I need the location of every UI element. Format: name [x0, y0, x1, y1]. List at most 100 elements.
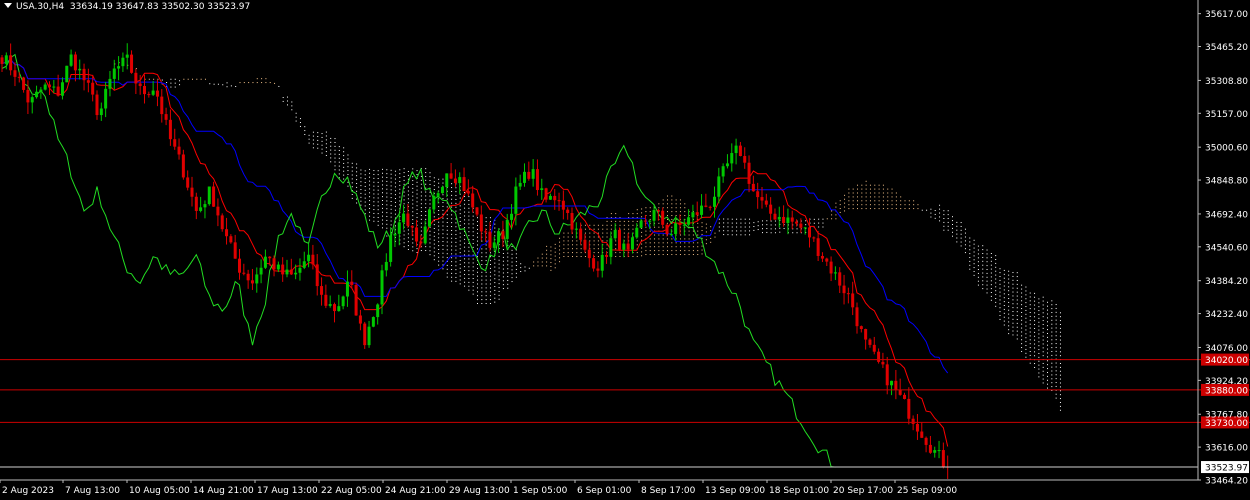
cloud-dot — [593, 252, 595, 254]
price-tick-label: 33616.00 — [1205, 444, 1248, 454]
cloud-dot — [736, 218, 738, 220]
cloud-dot — [373, 193, 375, 195]
cloud-dot — [356, 198, 358, 200]
cloud-dot — [1038, 364, 1040, 366]
candle-body — [747, 162, 751, 184]
price-tick-label: 35617.00 — [1205, 10, 1248, 20]
cloud-dot — [999, 272, 1001, 274]
cloud-dot — [1034, 355, 1036, 357]
cloud-dot — [554, 255, 556, 257]
cloud-dot — [502, 276, 504, 278]
cloud-dot — [688, 246, 690, 248]
cloud-dot — [321, 144, 323, 146]
cloud-dot — [433, 185, 435, 187]
cloud-dot — [403, 199, 405, 201]
cloud-dot — [861, 204, 863, 206]
cloud-dot — [710, 241, 712, 243]
candle-body — [345, 281, 349, 297]
time-tick-label: 6 Sep 01:00 — [577, 486, 632, 496]
cloud-dot — [489, 302, 491, 304]
candle-body — [527, 171, 531, 179]
cloud-dot — [1038, 360, 1040, 362]
cloud-dot — [546, 245, 548, 247]
cloud-dot — [399, 184, 401, 186]
cloud-dot — [943, 225, 945, 227]
price-tick-label: 33767.80 — [1205, 411, 1248, 421]
cloud-dot — [416, 213, 418, 215]
cloud-dot — [1038, 376, 1040, 378]
cloud-dot — [377, 174, 379, 176]
candle-body — [333, 304, 336, 312]
cloud-dot — [956, 241, 958, 243]
cloud-dot — [390, 181, 392, 183]
candle-body — [212, 186, 216, 207]
cloud-dot — [455, 187, 457, 189]
cloud-dot — [494, 231, 496, 233]
cloud-dot — [351, 170, 353, 172]
cloud-dot — [161, 79, 163, 81]
cloud-dot — [667, 242, 668, 244]
cloud-dot — [619, 220, 621, 222]
horizontal-levels: 34020.0033880.0033730.0033523.97 — [0, 353, 1250, 474]
candle-body — [531, 169, 535, 179]
cloud-dot — [464, 266, 466, 268]
cloud-dot — [468, 203, 470, 205]
cloud-dot — [1047, 356, 1048, 358]
cloud-dot — [459, 213, 461, 215]
cloud-dot — [425, 214, 427, 216]
cloud-dot — [459, 267, 461, 269]
price-tick-label: 33924.20 — [1205, 377, 1248, 387]
cloud-dot — [485, 287, 487, 289]
cloud-dot — [684, 203, 686, 205]
cloud-dot — [1055, 354, 1057, 356]
cloud-dot — [1047, 352, 1048, 354]
cloud-dot — [1008, 274, 1010, 276]
cloud-dot — [749, 226, 751, 228]
cloud-dot — [360, 196, 362, 198]
cloud-dot — [731, 234, 733, 236]
cloud-dot — [982, 256, 984, 258]
cloud-dot — [1038, 298, 1040, 300]
cloud-dot — [973, 267, 975, 269]
cloud-dot — [464, 242, 466, 244]
cloud-dot — [1051, 386, 1053, 388]
cloud-dot — [438, 221, 440, 223]
cloud-dot — [377, 220, 379, 222]
cloud-dot — [1034, 347, 1036, 349]
cloud-dot — [347, 181, 349, 183]
cloud-dot — [425, 218, 427, 220]
cloud-dot — [477, 228, 478, 230]
cloud-dot — [1021, 296, 1023, 298]
candle-body — [592, 258, 596, 269]
cloud-dot — [667, 250, 668, 252]
cloud-dot — [684, 250, 686, 252]
cloud-dot — [394, 213, 396, 215]
cloud-dot — [489, 263, 491, 265]
cloud-dot — [287, 100, 288, 102]
cloud-dot — [960, 225, 962, 227]
cloud-dot — [459, 220, 461, 222]
candle-body — [26, 89, 30, 103]
cloud-dot — [995, 301, 997, 303]
cloud-dot — [351, 197, 353, 199]
cloud-dot — [900, 196, 902, 198]
price-chart[interactable]: 34020.0033880.0033730.0033523.97 35617.0… — [0, 0, 1250, 500]
cloud-dot — [848, 192, 850, 194]
price-tick-label: 34232.40 — [1205, 310, 1248, 320]
cloud-dot — [1003, 277, 1005, 279]
candle-body — [9, 55, 13, 71]
cloud-dot — [442, 221, 444, 223]
cloud-dot — [1055, 374, 1057, 376]
cloud-dot — [1038, 310, 1040, 312]
candle-body — [643, 220, 647, 222]
cloud-dot — [641, 247, 643, 249]
cloud-dot — [455, 222, 457, 224]
cloud-dot — [973, 251, 975, 253]
cloud-dot — [1012, 275, 1014, 277]
cloud-dot — [593, 224, 595, 226]
cloud-dot — [420, 195, 422, 197]
cloud-dot — [416, 248, 418, 250]
cloud-dot — [662, 242, 664, 244]
cloud-dot — [351, 194, 353, 196]
cloud-dot — [649, 207, 651, 209]
